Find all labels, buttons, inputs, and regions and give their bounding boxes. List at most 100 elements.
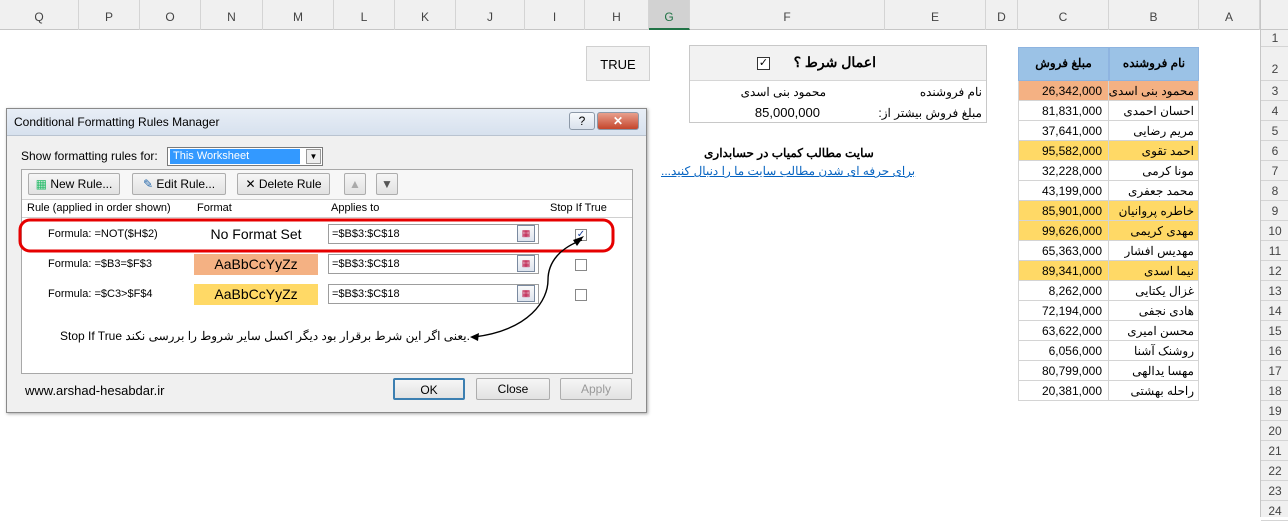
column-header-a[interactable]: A	[1199, 0, 1260, 30]
amount-cell[interactable]: 80,799,000	[1018, 361, 1109, 381]
amount-cell[interactable]: 20,381,000	[1018, 381, 1109, 401]
row-header-14[interactable]: 14	[1261, 301, 1288, 321]
amount-cell[interactable]: 26,342,000	[1018, 81, 1109, 101]
column-header-h[interactable]: H	[585, 0, 649, 30]
column-header-j[interactable]: J	[456, 0, 525, 30]
rule-applies-input[interactable]: =$B$3:$C$18	[328, 284, 539, 304]
row-header-1[interactable]: 1	[1261, 30, 1288, 47]
row-header-5[interactable]: 5	[1261, 121, 1288, 141]
show-rules-select[interactable]: This Worksheet ▼	[167, 147, 323, 166]
new-rule-button[interactable]: ▦ New Rule...	[28, 173, 120, 195]
stop-if-true-checkbox[interactable]	[575, 259, 587, 271]
seller-cell[interactable]: مریم رضایی	[1109, 121, 1199, 141]
move-up-button[interactable]: ▲	[344, 173, 366, 195]
amount-cell[interactable]: 6,056,000	[1018, 341, 1109, 361]
row-header-3[interactable]: 3	[1261, 81, 1288, 101]
seller-cell[interactable]: احسان احمدی	[1109, 101, 1199, 121]
column-header-m[interactable]: M	[263, 0, 334, 30]
row-header-8[interactable]: 8	[1261, 181, 1288, 201]
amount-cell[interactable]: 37,641,000	[1018, 121, 1109, 141]
stop-if-true-checkbox[interactable]: ✓	[575, 229, 587, 241]
row-header-19[interactable]: 19	[1261, 401, 1288, 421]
rule-row[interactable]: Formula: =$C3>$F$4 AaBbCcYyZz =$B$3:$C$1…	[22, 280, 632, 310]
seller-value[interactable]: محمود بنی اسدی	[741, 85, 826, 99]
amount-cell[interactable]: 72,194,000	[1018, 301, 1109, 321]
rule-applies-input[interactable]: =$B$3:$C$18	[328, 224, 539, 244]
stop-if-true-checkbox[interactable]	[575, 289, 587, 301]
condition-checkbox[interactable]: ✓	[757, 57, 770, 70]
row-header-23[interactable]: 23	[1261, 481, 1288, 501]
row-header-15[interactable]: 15	[1261, 321, 1288, 341]
amount-cell[interactable]: 99,626,000	[1018, 221, 1109, 241]
amount-cell[interactable]: 43,199,000	[1018, 181, 1109, 201]
row-header-11[interactable]: 11	[1261, 241, 1288, 261]
amount-cell[interactable]: 95,582,000	[1018, 141, 1109, 161]
column-header-e[interactable]: E	[885, 0, 986, 30]
seller-cell[interactable]: مهدی کریمی	[1109, 221, 1199, 241]
move-down-button[interactable]: ▼	[376, 173, 398, 195]
rule-applies-input[interactable]: =$B$3:$C$18	[328, 254, 539, 274]
seller-cell[interactable]: مهدیس افشار	[1109, 241, 1199, 261]
range-picker-icon[interactable]: ▦	[517, 225, 535, 242]
row-header-7[interactable]: 7	[1261, 161, 1288, 181]
amount-cell[interactable]: 32,228,000	[1018, 161, 1109, 181]
seller-cell[interactable]: راحله بهشتی	[1109, 381, 1199, 401]
range-picker-icon[interactable]: ▦	[517, 255, 535, 272]
column-header-l[interactable]: L	[334, 0, 395, 30]
rule-row[interactable]: Formula: =$B3=$F$3 AaBbCcYyZz =$B$3:$C$1…	[22, 250, 632, 280]
seller-cell[interactable]: محمد جعفری	[1109, 181, 1199, 201]
amount-cell[interactable]: 85,901,000	[1018, 201, 1109, 221]
row-header-12[interactable]: 12	[1261, 261, 1288, 281]
row-header-10[interactable]: 10	[1261, 221, 1288, 241]
delete-rule-button[interactable]: ✕ Delete Rule	[237, 173, 330, 195]
true-cell[interactable]: TRUE	[586, 46, 650, 81]
seller-cell[interactable]: مونا کرمی	[1109, 161, 1199, 181]
column-header-b[interactable]: B	[1109, 0, 1199, 30]
seller-cell[interactable]: روشنک آشنا	[1109, 341, 1199, 361]
row-header-18[interactable]: 18	[1261, 381, 1288, 401]
amount-value[interactable]: 85,000,000	[755, 105, 820, 120]
close-icon[interactable]: ✕	[597, 112, 639, 130]
row-header-2[interactable]: 2	[1261, 47, 1288, 81]
rule-row[interactable]: Formula: =NOT($H$2) No Format Set =$B$3:…	[22, 220, 632, 250]
edit-rule-button[interactable]: ✎ Edit Rule...	[132, 173, 226, 195]
select-all-corner[interactable]	[1260, 0, 1288, 30]
chevron-down-icon[interactable]: ▼	[306, 149, 321, 164]
column-header-p[interactable]: P	[79, 0, 140, 30]
seller-cell[interactable]: محسن امیری	[1109, 321, 1199, 341]
column-header-o[interactable]: O	[140, 0, 201, 30]
seller-cell[interactable]: خاطره پروانیان	[1109, 201, 1199, 221]
column-header-f[interactable]: F	[690, 0, 885, 30]
row-header-4[interactable]: 4	[1261, 101, 1288, 121]
row-header-13[interactable]: 13	[1261, 281, 1288, 301]
row-header-24[interactable]: 24	[1261, 501, 1288, 521]
column-header-d[interactable]: D	[986, 0, 1018, 30]
column-header-g[interactable]: G	[649, 0, 690, 30]
amount-cell[interactable]: 8,262,000	[1018, 281, 1109, 301]
row-header-22[interactable]: 22	[1261, 461, 1288, 481]
seller-cell[interactable]: مهسا یدالهی	[1109, 361, 1199, 381]
column-header-c[interactable]: C	[1018, 0, 1109, 30]
row-header-6[interactable]: 6	[1261, 141, 1288, 161]
seller-cell[interactable]: محمود بنی اسدی	[1109, 81, 1199, 101]
row-header-21[interactable]: 21	[1261, 441, 1288, 461]
seller-cell[interactable]: احمد تقوی	[1109, 141, 1199, 161]
seller-cell[interactable]: هادی نجفی	[1109, 301, 1199, 321]
amount-cell[interactable]: 81,831,000	[1018, 101, 1109, 121]
row-header-17[interactable]: 17	[1261, 361, 1288, 381]
apply-button[interactable]: Apply	[560, 378, 632, 400]
row-header-20[interactable]: 20	[1261, 421, 1288, 441]
ok-button[interactable]: OK	[393, 378, 465, 400]
amount-cell[interactable]: 63,622,000	[1018, 321, 1109, 341]
help-button[interactable]: ?	[569, 112, 595, 130]
seller-cell[interactable]: نیما اسدی	[1109, 261, 1199, 281]
amount-cell[interactable]: 89,341,000	[1018, 261, 1109, 281]
row-header-16[interactable]: 16	[1261, 341, 1288, 361]
site-link[interactable]: برای حرفه ای شدن مطالب سایت ما را دنبال …	[661, 164, 915, 178]
column-header-n[interactable]: N	[201, 0, 263, 30]
seller-cell[interactable]: غزال یکتایی	[1109, 281, 1199, 301]
header-amount[interactable]: مبلغ فروش	[1018, 47, 1109, 81]
column-header-q[interactable]: Q	[0, 0, 79, 30]
column-header-i[interactable]: I	[525, 0, 585, 30]
header-seller[interactable]: نام فروشنده	[1109, 47, 1199, 81]
